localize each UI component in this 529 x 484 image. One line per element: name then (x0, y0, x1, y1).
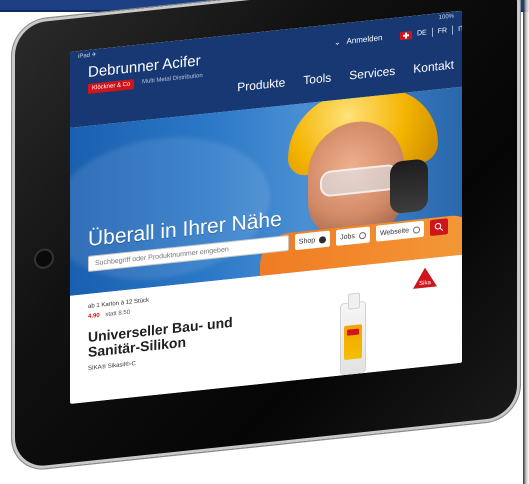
login-label: Anmelden (346, 33, 383, 46)
status-left: iPad ✈ (78, 52, 97, 61)
swiss-flag-icon (400, 30, 412, 40)
home-button[interactable] (34, 247, 54, 270)
nav-item-services[interactable]: Services (349, 64, 395, 83)
search-option-label: Webseite (379, 226, 409, 237)
nav-item-tools[interactable]: Tools (303, 70, 331, 87)
radio-icon (413, 225, 420, 234)
lang-de[interactable]: DE (417, 29, 427, 37)
edge-shine (523, 0, 529, 484)
radio-selected-icon (319, 235, 327, 244)
nav-item-kontakt[interactable]: Kontakt (413, 58, 454, 76)
tablet-device: iPad ✈ 100% Debrunner Acifer Klöckner & … (12, 0, 520, 472)
lang-fr[interactable]: FR (438, 27, 447, 35)
product-image[interactable] (340, 300, 366, 376)
sika-logo: Sika (413, 267, 437, 289)
lang-it[interactable]: IT (458, 25, 462, 33)
search-option-label: Jobs (340, 232, 355, 242)
earmuff-image (390, 158, 428, 215)
tablet-screen: iPad ✈ 100% Debrunner Acifer Klöckner & … (70, 10, 462, 404)
search-button[interactable] (430, 218, 448, 237)
old-price: statt 8.50 (105, 309, 131, 319)
search-option-jobs[interactable]: Jobs (336, 226, 370, 246)
lang-separator (431, 27, 433, 37)
login-link[interactable]: ⌄ Anmelden (334, 33, 383, 47)
status-right: 100% (438, 13, 454, 22)
lang-separator (452, 25, 454, 35)
nav-item-produkte[interactable]: Produkte (237, 75, 285, 94)
main-nav: Produkte Tools Services Kontakt (237, 58, 454, 95)
product-label-image (344, 324, 362, 361)
search-option-shop[interactable]: Shop (294, 230, 331, 251)
brand-tagline: Multi Metal Distribution (142, 72, 203, 86)
price: 4.90 statt 8.50 (88, 310, 130, 320)
radio-icon (358, 231, 366, 240)
sale-price: 4.90 (88, 312, 100, 321)
pack-info: ab 1 Karton à 12 Stück (88, 297, 150, 311)
product-subtitle: SIKA® Sikasil®-C (88, 360, 136, 373)
brand-badge: Klöckner & Co (88, 79, 135, 95)
search-option-label: Shop (298, 236, 316, 246)
search-icon (434, 222, 443, 231)
chevron-down-icon: ⌄ (334, 37, 341, 48)
product-title: Universeller Bau- und Sanitär-Silikon (88, 314, 233, 360)
